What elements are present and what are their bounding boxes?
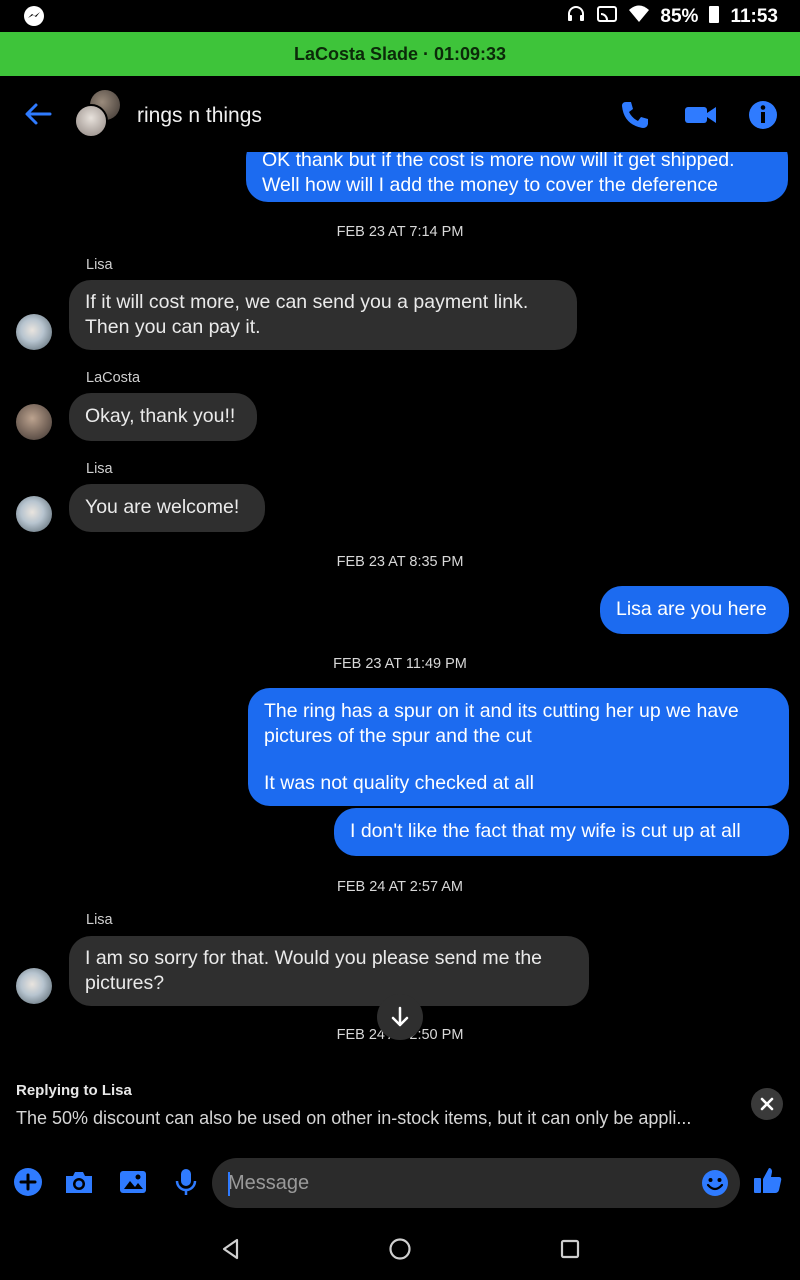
message-text: Okay, thank you!!	[85, 405, 236, 427]
text-cursor	[228, 1172, 230, 1196]
system-navigation-bar	[0, 1218, 800, 1280]
clock: 11:53	[730, 6, 778, 27]
sender-name: Lisa	[86, 912, 113, 928]
status-bar: 85% 11:53	[0, 0, 800, 32]
chat-title[interactable]: rings n things	[137, 104, 262, 128]
message-text: Then you can pay it.	[85, 316, 261, 338]
message-text: pictures of the spur and the cut	[264, 725, 532, 747]
arrow-down-icon	[391, 1006, 409, 1027]
group-avatar[interactable]	[72, 90, 124, 138]
timestamp: FEB 23 AT 11:49 PM	[333, 656, 467, 672]
sender-name: Lisa	[86, 257, 113, 273]
image-gallery-icon[interactable]	[117, 1166, 149, 1198]
video-call-icon[interactable]	[684, 98, 718, 132]
message-text: Lisa are you here	[616, 598, 767, 620]
chat-header: rings n things	[0, 76, 800, 152]
avatar	[74, 104, 108, 138]
recents-square-icon[interactable]	[557, 1236, 583, 1262]
info-icon[interactable]	[746, 98, 780, 132]
scroll-to-bottom-button[interactable]	[377, 994, 423, 1040]
outgoing-message[interactable]: I don't like the fact that my wife is cu…	[334, 808, 789, 856]
headset-icon	[566, 4, 586, 30]
incoming-message[interactable]: You are welcome!	[69, 484, 265, 532]
message-composer	[0, 1150, 800, 1218]
timestamp: FEB 23 AT 7:14 PM	[336, 224, 464, 240]
ongoing-call-banner[interactable]: LaCosta Slade · 01:09:33	[0, 32, 800, 76]
call-banner-text: LaCosta Slade · 01:09:33	[293, 43, 507, 64]
back-triangle-icon[interactable]	[218, 1236, 244, 1262]
message-text: pictures?	[85, 972, 165, 994]
battery-percent: 85%	[660, 6, 699, 27]
avatar[interactable]	[16, 404, 52, 440]
avatar[interactable]	[16, 496, 52, 532]
message-text: It was not quality checked at all	[264, 772, 534, 794]
status-icons: 85% 11:53	[566, 4, 778, 30]
outgoing-message[interactable]: Lisa are you here	[600, 586, 789, 634]
camera-icon[interactable]	[63, 1166, 95, 1198]
phone-call-icon[interactable]	[618, 98, 652, 132]
message-list[interactable]: OK thank but if the cost is more now wil…	[0, 152, 800, 1058]
home-circle-icon[interactable]	[387, 1236, 413, 1262]
close-icon	[760, 1097, 774, 1111]
message-text: The ring has a spur on it and its cuttin…	[264, 700, 739, 722]
emoji-icon[interactable]	[700, 1168, 730, 1198]
incoming-message[interactable]: I am so sorry for that. Would you please…	[69, 936, 589, 1006]
incoming-message[interactable]: If it will cost more, we can send you a …	[69, 280, 577, 350]
messenger-notification-icon	[24, 6, 44, 26]
message-text: Well how will I add the money to cover t…	[262, 174, 718, 196]
cast-icon	[596, 4, 618, 30]
message-text: OK thank but if the cost is more now wil…	[262, 152, 735, 171]
reply-preview-bar: Replying to Lisa The 50% discount can al…	[0, 1058, 800, 1144]
plus-icon[interactable]	[12, 1166, 44, 1198]
reply-title: Replying to Lisa	[16, 1082, 132, 1099]
back-arrow-icon[interactable]	[22, 98, 54, 130]
timestamp: FEB 24 AT 2:57 AM	[336, 879, 463, 895]
outgoing-message[interactable]: OK thank but if the cost is more now wil…	[246, 152, 788, 202]
outgoing-message[interactable]: The ring has a spur on it and its cuttin…	[248, 688, 789, 806]
incoming-message[interactable]: Okay, thank you!!	[69, 393, 257, 441]
battery-icon	[708, 4, 720, 30]
reply-quoted-text: The 50% discount can also be used on oth…	[16, 1108, 692, 1128]
message-text: You are welcome!	[85, 496, 240, 518]
sender-name: LaCosta	[86, 370, 141, 386]
message-text: I don't like the fact that my wife is cu…	[350, 820, 741, 842]
message-input[interactable]	[212, 1158, 740, 1208]
thumbs-up-icon[interactable]	[752, 1164, 784, 1196]
avatar[interactable]	[16, 314, 52, 350]
avatar[interactable]	[16, 968, 52, 1004]
sender-name: Lisa	[86, 461, 113, 477]
close-reply-button[interactable]	[751, 1088, 783, 1120]
message-text: I am so sorry for that. Would you please…	[85, 947, 543, 969]
microphone-icon[interactable]	[170, 1166, 202, 1198]
wifi-icon	[628, 4, 650, 30]
line-spacer	[264, 749, 773, 771]
message-text: If it will cost more, we can send you a …	[85, 291, 529, 313]
timestamp: FEB 23 AT 8:35 PM	[336, 554, 464, 570]
